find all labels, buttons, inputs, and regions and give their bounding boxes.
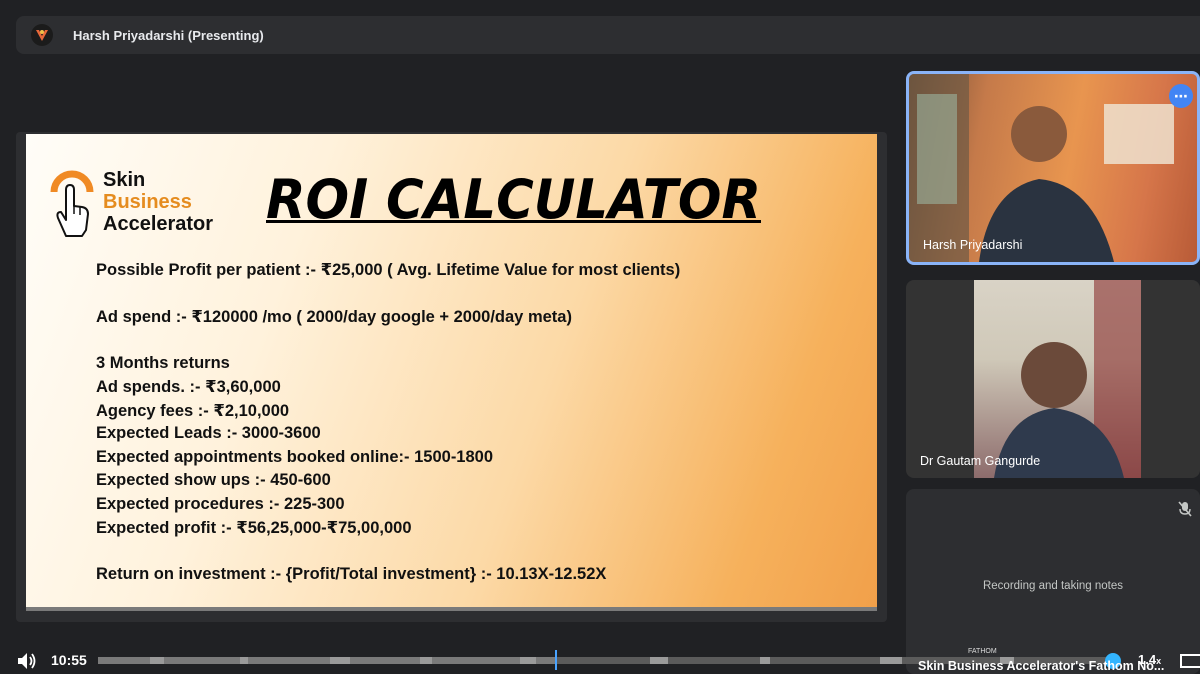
slide: Skin Business Accelerator ROI CALCULATOR… (26, 134, 877, 611)
fullscreen-icon[interactable] (1180, 654, 1200, 668)
participant-name: Dr Gautam Gangurde (920, 454, 1041, 468)
participant-tile-notetaker[interactable]: Recording and taking notes (906, 489, 1200, 674)
slide-line: Expected profit :- ₹56,25,000-₹75,00,000 (96, 519, 412, 537)
presentation-area: Skin Business Accelerator ROI CALCULATOR… (16, 132, 887, 622)
slide-line: Possible Profit per patient :- ₹25,000 (… (96, 261, 681, 279)
highlight-marker (420, 657, 432, 664)
person-video-icon (994, 280, 1141, 478)
slide-title: ROI CALCULATOR (266, 168, 761, 231)
highlight-marker (330, 657, 350, 664)
logo-text: Skin Business Accelerator (103, 169, 213, 235)
slide-line: Expected procedures :- 225-300 (96, 495, 345, 513)
recording-caption: Skin Business Accelerator's Fathom No... (918, 659, 1165, 673)
slide-line: 3 Months returns (96, 354, 230, 372)
slide-line: Return on investment :- {Profit/Total in… (96, 565, 607, 583)
highlight-marker (760, 657, 770, 664)
logo-line-2: Business (103, 191, 192, 213)
highlight-marker (240, 657, 248, 664)
person-video-icon (909, 74, 1174, 262)
slide-line: Ad spend :- ₹120000 /mo ( 2000/day googl… (96, 308, 572, 326)
presenter-title: Harsh Priyadarshi (Presenting) (73, 27, 264, 43)
participant-tile-gautam[interactable]: Dr Gautam Gangurde (906, 280, 1200, 478)
hand-pointer-icon (48, 170, 98, 247)
highlight-marker (150, 657, 164, 664)
highlight-marker (520, 657, 536, 664)
participant-name: Harsh Priyadarshi (923, 238, 1023, 252)
current-time: 10:55 (51, 652, 87, 668)
presenting-bar: Harsh Priyadarshi (Presenting) (16, 16, 1200, 54)
playhead[interactable] (555, 650, 557, 670)
presenter-avatar (31, 24, 53, 46)
mic-off-icon (1178, 501, 1192, 517)
participant-video (974, 280, 1141, 478)
highlight-marker (650, 657, 668, 664)
volume-icon[interactable] (16, 651, 38, 671)
participant-tile-harsh[interactable]: ⋯ Harsh Priyadarshi (906, 71, 1200, 265)
slide-line: Agency fees :- ₹2,10,000 (96, 402, 290, 420)
logo-line-1: Skin (103, 169, 146, 191)
notetaker-status: Recording and taking notes (982, 580, 1123, 592)
slide-line: Ad spends. :- ₹3,60,000 (96, 378, 281, 396)
progress-played (98, 657, 556, 664)
slide-line: Expected Leads :- 3000-3600 (96, 424, 321, 442)
slide-line: Expected show ups :- 450-600 (96, 471, 331, 489)
logo-icon (36, 30, 48, 41)
slide-line: Expected appointments booked online:- 15… (96, 448, 494, 466)
highlight-marker (880, 657, 902, 664)
logo-line-3: Accelerator (103, 213, 214, 235)
more-options-icon[interactable]: ⋯ (1169, 84, 1193, 108)
